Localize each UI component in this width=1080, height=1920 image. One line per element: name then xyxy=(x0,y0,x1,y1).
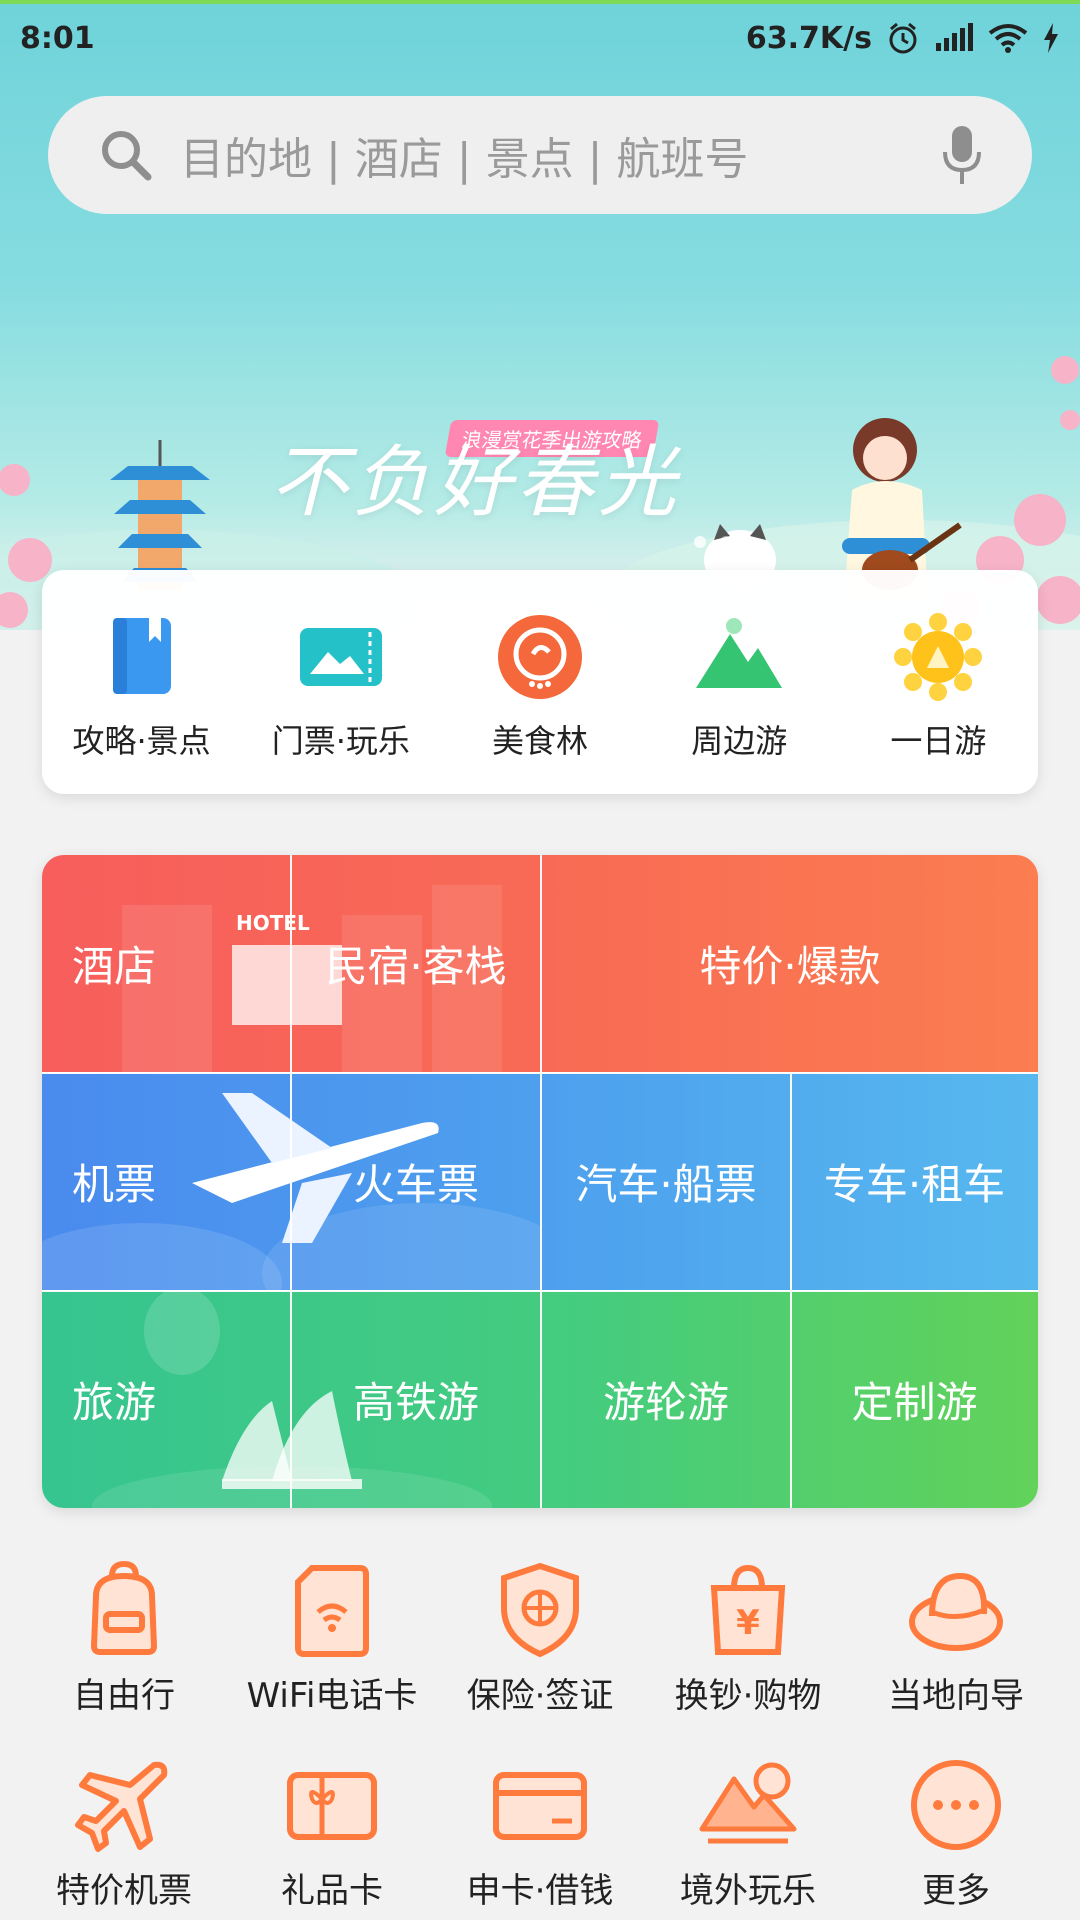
service-gift-card[interactable]: 礼品卡 xyxy=(228,1755,436,1912)
hotel-cell[interactable]: 酒店 xyxy=(42,855,290,1072)
homestay-label: 民宿·客栈 xyxy=(325,942,507,991)
alarm-icon xyxy=(889,22,917,54)
car-rental-cell[interactable]: 专车·租车 xyxy=(791,1073,1038,1290)
flight-label: 机票 xyxy=(72,1160,157,1209)
charging-icon xyxy=(1044,23,1058,53)
quick-nav-guide[interactable]: 攻略·景点 xyxy=(42,570,241,794)
banner-illustration xyxy=(0,356,1080,630)
quick-nav-label: 攻略·景点 xyxy=(72,722,211,760)
custom-tour-label: 定制游 xyxy=(851,1378,978,1427)
credit-card-icon xyxy=(493,1772,587,1840)
service-label: WiFi电话卡 xyxy=(246,1676,418,1716)
quick-nav-label: 一日游 xyxy=(890,722,987,760)
more-icon xyxy=(911,1760,1001,1850)
service-label: 申卡·借钱 xyxy=(466,1871,614,1911)
custom-tour-cell[interactable]: 定制游 xyxy=(791,1291,1038,1508)
banner-title: 不负好春光 xyxy=(270,438,681,528)
service-free-travel[interactable]: 自由行 xyxy=(20,1560,228,1717)
deals-label: 特价·爆款 xyxy=(699,942,881,991)
status-bar: 8:01 63.7K/s xyxy=(0,8,1080,68)
status-time: 8:01 xyxy=(20,20,95,56)
main-service-grid: HOTEL 酒店 民宿·客栈 特价·爆款 机票 火车票 汽车·船票 专车·租车 … xyxy=(42,855,1038,1508)
service-label: 特价机票 xyxy=(56,1871,192,1911)
quick-nav-nearby[interactable]: 周边游 xyxy=(640,570,839,794)
quick-nav-label: 周边游 xyxy=(691,722,788,760)
service-insurance-visa[interactable]: 保险·签证 xyxy=(436,1560,644,1717)
hotel-label: 酒店 xyxy=(72,942,157,991)
service-wifi-card[interactable]: WiFi电话卡 xyxy=(228,1560,436,1717)
service-local-guide[interactable]: 当地向导 xyxy=(852,1560,1060,1717)
quick-nav-label: 美食林 xyxy=(492,722,589,760)
grid-divider xyxy=(790,1073,792,1508)
shopping-bag-icon: ¥ xyxy=(710,1564,786,1655)
cruise-cell[interactable]: 游轮游 xyxy=(542,1291,790,1508)
shield-icon xyxy=(501,1562,579,1658)
quick-nav-tickets[interactable]: 门票·玩乐 xyxy=(241,570,440,794)
svg-text:¥: ¥ xyxy=(736,1603,760,1643)
grid-divider xyxy=(290,855,292,1508)
mountain-icon xyxy=(696,618,783,688)
service-row: 自由行 WiFi电话卡 保险·签证 ¥ 换钞·购物 当地向导 xyxy=(0,1560,1080,1717)
quick-nav-label: 门票·玩乐 xyxy=(271,722,410,760)
tour-label: 旅游 xyxy=(72,1378,157,1427)
quick-nav-food[interactable]: 美食林 xyxy=(440,570,639,794)
train-label: 火车票 xyxy=(352,1160,479,1209)
airplane-icon xyxy=(75,1761,168,1852)
service-more[interactable]: 更多 xyxy=(852,1755,1060,1912)
service-label: 保险·签证 xyxy=(466,1676,614,1716)
service-label: 换钞·购物 xyxy=(674,1676,822,1716)
bus-ship-label: 汽车·船票 xyxy=(575,1160,757,1209)
hero-banner[interactable]: 浪漫赏花季出游攻略 不负好春光 8:01 63.7K/s 目的地 | 酒店 | … xyxy=(0,0,1080,630)
flight-cell[interactable]: 机票 xyxy=(42,1073,290,1290)
service-label: 礼品卡 xyxy=(281,1871,383,1911)
network-speed: 63.7K/s xyxy=(745,20,872,56)
hsr-tour-cell[interactable]: 高铁游 xyxy=(291,1291,541,1508)
wifi-card-icon xyxy=(295,1565,369,1657)
grid-divider xyxy=(540,855,542,1508)
guide-hat-icon xyxy=(909,1572,1003,1651)
service-icons: 自由行 WiFi电话卡 保险·签证 ¥ 换钞·购物 当地向导 特价机票 礼品卡 … xyxy=(0,1560,1080,1912)
service-label: 自由行 xyxy=(73,1676,175,1716)
service-overseas-fun[interactable]: 境外玩乐 xyxy=(644,1755,852,1912)
deals-cell[interactable]: 特价·爆款 xyxy=(542,855,1038,1072)
wifi-icon xyxy=(988,24,1028,53)
sun-icon xyxy=(894,613,983,701)
service-credit-card[interactable]: 申卡·借钱 xyxy=(436,1755,644,1912)
search-input[interactable]: 目的地 | 酒店 | 景点 | 航班号 xyxy=(180,123,942,187)
bus-ship-cell[interactable]: 汽车·船票 xyxy=(542,1073,790,1290)
signal-icon xyxy=(936,23,973,51)
microphone-icon[interactable] xyxy=(942,124,982,186)
train-cell[interactable]: 火车票 xyxy=(291,1073,541,1290)
homestay-cell[interactable]: 民宿·客栈 xyxy=(291,855,541,1072)
gift-card-icon xyxy=(287,1772,377,1840)
landscape-icon xyxy=(699,1762,797,1844)
search-icon xyxy=(102,131,152,181)
search-bar[interactable]: 目的地 | 酒店 | 景点 | 航班号 xyxy=(48,96,1032,214)
guidebook-icon xyxy=(112,618,171,694)
service-label: 当地向导 xyxy=(888,1676,1024,1716)
service-cheap-flights[interactable]: 特价机票 xyxy=(20,1755,228,1912)
service-label: 境外玩乐 xyxy=(680,1871,816,1911)
service-exchange-shopping[interactable]: ¥ 换钞·购物 xyxy=(644,1560,852,1717)
car-rental-label: 专车·租车 xyxy=(823,1160,1006,1209)
service-row: 特价机票 礼品卡 申卡·借钱 境外玩乐 更多 xyxy=(0,1755,1080,1912)
food-icon xyxy=(498,615,582,699)
hsr-tour-label: 高铁游 xyxy=(352,1378,479,1427)
service-label: 更多 xyxy=(922,1871,990,1911)
ticket-icon xyxy=(299,628,382,686)
quick-nav-daytrip[interactable]: 一日游 xyxy=(839,570,1038,794)
quick-nav: 攻略·景点 门票·玩乐 美食林 周边游 一日游 xyxy=(42,570,1038,794)
backpack-icon xyxy=(90,1560,158,1655)
tour-cell[interactable]: 旅游 xyxy=(42,1291,290,1508)
cruise-label: 游轮游 xyxy=(602,1378,729,1427)
